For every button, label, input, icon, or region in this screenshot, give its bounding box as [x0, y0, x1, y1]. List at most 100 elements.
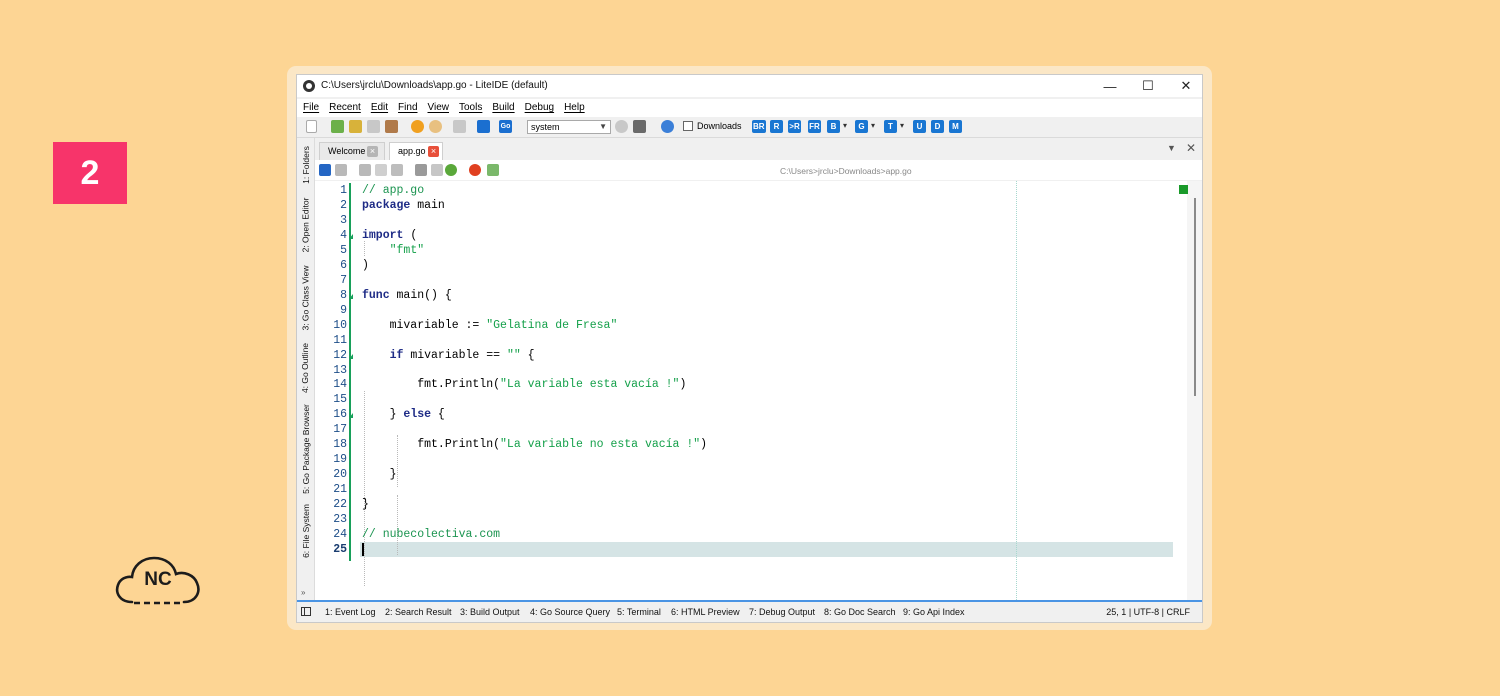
paste-icon[interactable] [391, 164, 403, 176]
debug-button[interactable]: D [931, 120, 944, 133]
redo-icon[interactable] [335, 164, 347, 176]
menu-find[interactable]: Find [398, 99, 417, 117]
get-dropdown-icon[interactable]: ▾ [871, 121, 875, 130]
minimize-button[interactable]: — [1091, 75, 1129, 97]
dock-tab-go-class-view[interactable]: 3: Go Class View [297, 262, 314, 334]
build-dropdown-icon[interactable]: ▾ [843, 121, 847, 130]
maximize-button[interactable]: ☐ [1129, 75, 1167, 97]
test-dropdown-icon[interactable]: ▾ [900, 121, 904, 130]
copy-icon[interactable] [375, 164, 387, 176]
run-term-button[interactable]: >R [788, 120, 801, 133]
dock-tab-go-package-browser[interactable]: 5: Go Package Browser [297, 402, 314, 496]
vertical-scrollbar[interactable] [1187, 181, 1202, 600]
tab-go-doc-search[interactable]: 8: Go Doc Search [824, 607, 896, 617]
save-all-icon[interactable] [385, 120, 398, 133]
open-folder-icon[interactable] [349, 120, 362, 133]
fold-marker-icon[interactable] [349, 293, 353, 299]
fold-marker-icon[interactable] [349, 353, 353, 359]
menu-tools[interactable]: Tools [459, 99, 482, 117]
fold-marker-icon[interactable] [349, 233, 353, 239]
status-indicator: 25, 1 | UTF-8 | CRLF [1106, 607, 1190, 617]
menu-view[interactable]: View [428, 99, 450, 117]
line-number: 3 [340, 213, 347, 227]
settings-gear-icon[interactable] [661, 120, 674, 133]
dock-tab-file-system[interactable]: 6: File System [297, 500, 314, 562]
run-to-line-icon[interactable] [487, 164, 499, 176]
code-line: } [362, 498, 369, 512]
test-button[interactable]: T [884, 120, 897, 133]
menu-file[interactable]: File [303, 99, 319, 117]
line-number: 18 [333, 438, 347, 452]
goto-definition-icon[interactable] [445, 164, 457, 176]
scrollbar-thumb[interactable] [1194, 198, 1196, 396]
text-caret [362, 543, 364, 556]
main-toolbar: Go system ▼ Downloads BR R >R FR B ▾ G ▾… [297, 117, 1202, 138]
build-button[interactable]: B [827, 120, 840, 133]
downloads-checkbox[interactable] [683, 121, 693, 131]
current-line-highlight [360, 542, 1173, 557]
line-number: 21 [333, 483, 347, 497]
right-margin-guide [1016, 181, 1017, 600]
undo-icon[interactable] [319, 164, 331, 176]
tab-html-preview[interactable]: 6: HTML Preview [671, 607, 740, 617]
breakpoint-icon[interactable] [469, 164, 481, 176]
panel-toggle-icon[interactable] [301, 607, 311, 616]
update-button[interactable]: U [913, 120, 926, 133]
new-file-icon[interactable] [306, 120, 317, 133]
lock-icon[interactable] [415, 164, 427, 176]
forward-icon[interactable] [429, 120, 442, 133]
tab-terminal[interactable]: 5: Terminal [617, 607, 661, 617]
tools-icon[interactable] [453, 120, 466, 133]
tab-event-log[interactable]: 1: Event Log [325, 607, 376, 617]
export-icon[interactable] [431, 164, 443, 176]
tab-welcome[interactable]: Welcome × [319, 142, 385, 160]
tab-list-dropdown-icon[interactable]: ▼ [1167, 143, 1176, 153]
close-button[interactable]: ✕ [1167, 75, 1202, 97]
tab-go-api-index[interactable]: 9: Go Api Index [903, 607, 965, 617]
dock-tab-folders[interactable]: 1: Folders [297, 142, 314, 188]
cut-icon[interactable] [359, 164, 371, 176]
line-number: 22 [333, 498, 347, 512]
refresh-env-icon[interactable] [615, 120, 628, 133]
file-run-button[interactable]: FR [808, 120, 821, 133]
get-button[interactable]: G [855, 120, 868, 133]
line-number: 1 [340, 184, 347, 197]
liteide-app-icon [303, 80, 315, 92]
environment-select-value: system [531, 122, 560, 132]
edit-env-icon[interactable] [633, 120, 646, 133]
menu-help[interactable]: Help [564, 99, 585, 117]
menu-debug[interactable]: Debug [525, 99, 554, 117]
menu-edit[interactable]: Edit [371, 99, 388, 117]
tab-debug-output[interactable]: 7: Debug Output [749, 607, 815, 617]
save-icon[interactable] [367, 120, 380, 133]
back-icon[interactable] [411, 120, 424, 133]
tab-build-output[interactable]: 3: Build Output [460, 607, 520, 617]
code-editor[interactable]: 1 2 3 4 5 6 7 8 9 10 11 12 13 14 15 16 17 18 19 20 21 22 23 24 2… [315, 181, 1202, 600]
line-number: 7 [340, 273, 347, 287]
dock-expand-icon[interactable]: » [301, 588, 305, 597]
tab-go-source-query[interactable]: 4: Go Source Query [530, 607, 610, 617]
home-icon[interactable] [477, 120, 490, 133]
editor-toolbar: C:\Users>jrclu>Downloads>app.go [315, 160, 1202, 180]
tab-search-result[interactable]: 2: Search Result [385, 607, 452, 617]
new-project-icon[interactable] [331, 120, 344, 133]
close-tab-icon[interactable]: × [428, 146, 439, 157]
close-editor-icon[interactable]: ✕ [1186, 141, 1196, 155]
dock-tab-go-outline[interactable]: 4: Go Outline [297, 338, 314, 398]
close-tab-icon[interactable]: × [367, 146, 378, 157]
go-icon[interactable]: Go [499, 120, 512, 133]
tab-app-go[interactable]: app.go × [389, 142, 443, 160]
mod-button[interactable]: M [949, 120, 962, 133]
run-button[interactable]: R [770, 120, 783, 133]
fold-marker-icon[interactable] [349, 413, 353, 419]
line-number-gutter: 1 2 3 4 5 6 7 8 9 10 11 12 13 14 15 16 17 18 19 20 21 22 23 24 2… [315, 181, 357, 600]
window-title: C:\Users\jrclu\Downloads\app.go - LiteID… [321, 80, 548, 91]
menu-build[interactable]: Build [492, 99, 514, 117]
dock-tab-open-editor[interactable]: 2: Open Editor [297, 192, 314, 258]
environment-select[interactable]: system ▼ [527, 120, 611, 134]
build-run-button[interactable]: BR [752, 120, 766, 133]
liteide-window: C:\Users\jrclu\Downloads\app.go - LiteID… [296, 74, 1203, 623]
line-number: 2 [340, 198, 347, 212]
code-line: import ( [362, 228, 418, 242]
menu-recent[interactable]: Recent [329, 99, 361, 117]
